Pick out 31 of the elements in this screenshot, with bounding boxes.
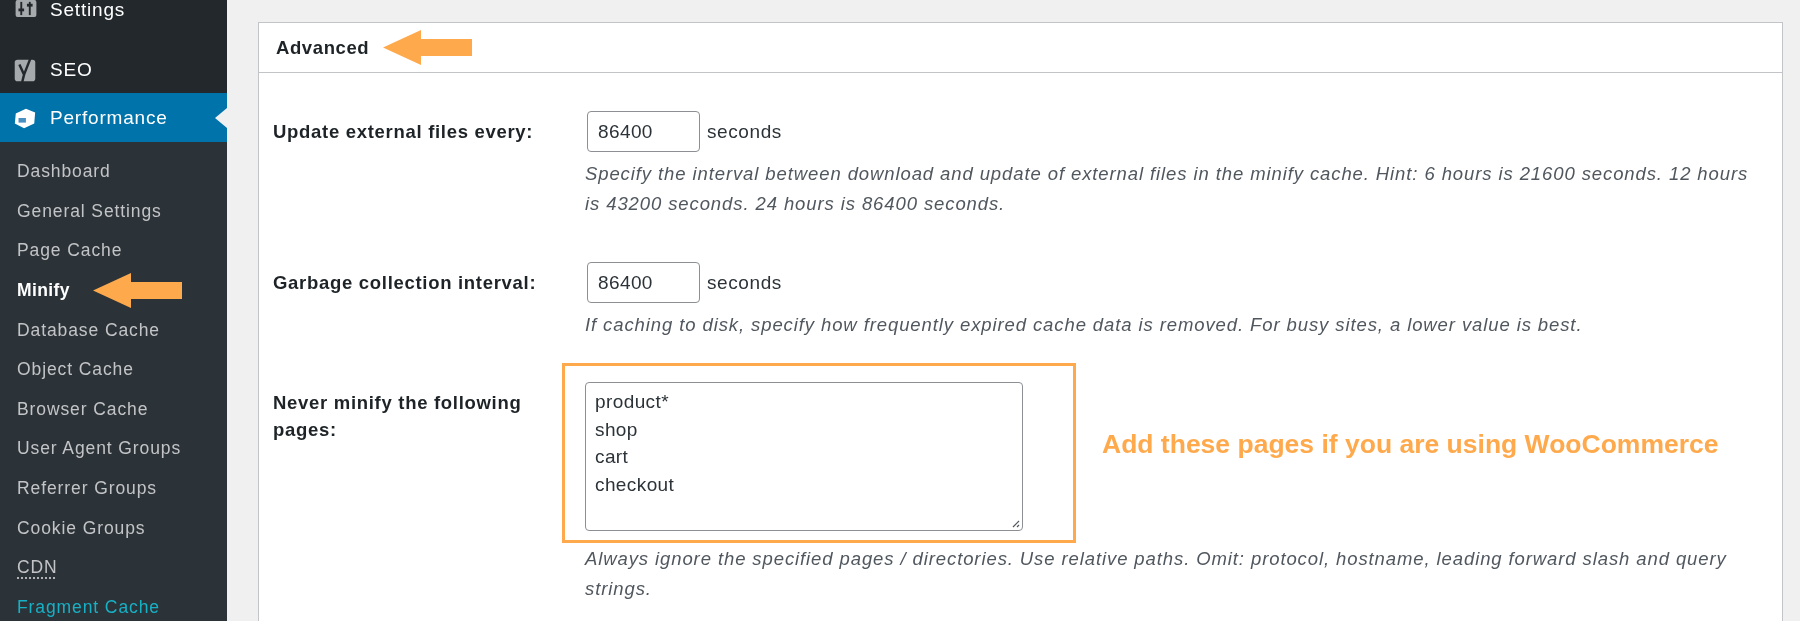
seo-logo-icon — [13, 56, 37, 84]
submenu-item[interactable]: Browser Cache — [0, 389, 227, 430]
textarea-field[interactable]: product* shop cart checkout — [585, 382, 1023, 531]
submenu-item[interactable]: Referrer Groups — [0, 468, 227, 509]
resize-handle-icon[interactable] — [1010, 518, 1020, 528]
submenu-item[interactable]: Page Cache — [0, 231, 227, 271]
number-input[interactable]: 86400 — [587, 262, 700, 303]
annotation-note: Add these pages if you are using WooCommerce — [1102, 429, 1719, 460]
submenu-item[interactable]: Fragment Cache — [0, 587, 227, 621]
field-label: Never minify the following pages: — [273, 391, 523, 442]
panel-title: Advanced — [276, 36, 370, 59]
submenu-item[interactable]: Minify — [0, 270, 227, 311]
submenu-item[interactable]: Database Cache — [0, 310, 227, 350]
menu-pointer-icon — [215, 108, 227, 128]
sidebar-menu-item[interactable]: Performance — [0, 93, 227, 142]
field-description: Specify the interval between download and update of external files in the minify cache. Hint: 6 hours is 21600 seconds. 12 hours is 43200 seconds. 24 hours is 86400 seconds. — [585, 162, 1750, 216]
submenu-item[interactable]: User Agent Groups — [0, 429, 227, 469]
sidebar-menu-item[interactable]: Settings — [0, 0, 227, 19]
submenu-item[interactable]: Dashboard — [0, 152, 227, 192]
field-label: Garbage collection interval: — [273, 271, 538, 295]
submenu-item[interactable]: General Settings — [0, 191, 227, 232]
submenu-item[interactable]: CDN — [0, 547, 58, 588]
submenu-item[interactable]: Object Cache — [0, 349, 227, 390]
number-input[interactable]: 86400 — [587, 111, 700, 152]
unit-label: seconds — [707, 271, 782, 294]
unit-label: seconds — [707, 120, 782, 143]
field-label: Update external files every: — [273, 120, 535, 144]
field-description: Always ignore the specified pages / directories. Use relative paths. Omit: protocol, hostname, leading forward slash and query strings. — [585, 547, 1728, 601]
submenu-item[interactable]: Cookie Groups — [0, 508, 227, 548]
field-description: If caching to disk, specify how frequently expired cache data is removed. For busy sites, a lower value is best. — [585, 313, 1584, 337]
sidebar-menu-item[interactable]: SEO — [0, 52, 227, 88]
